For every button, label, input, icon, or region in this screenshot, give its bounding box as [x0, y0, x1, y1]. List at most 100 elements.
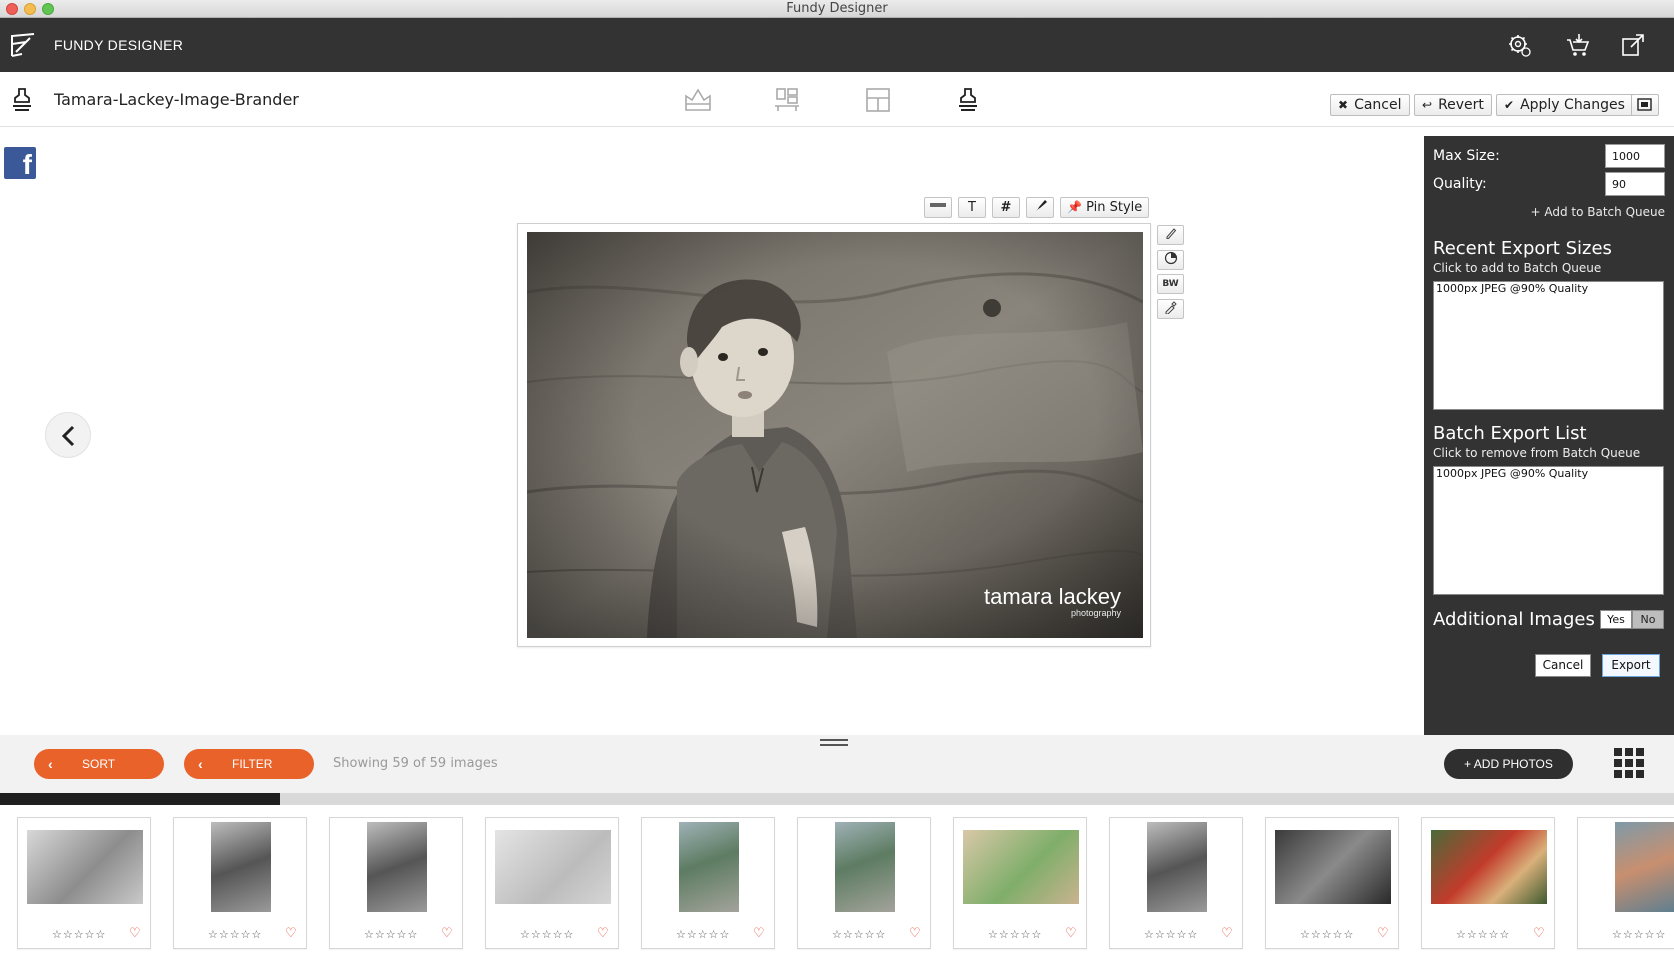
thumbnail-image[interactable] — [367, 822, 427, 912]
thumbnail-image[interactable] — [27, 830, 143, 904]
export-panel: Max Size: Quality: + Add to Batch Queue … — [1424, 136, 1674, 735]
project-title: Tamara-Lackey-Image-Brander — [54, 90, 299, 109]
thumbnail-card[interactable]: ☆☆☆☆☆♡ — [1577, 817, 1674, 949]
thumbnail-card[interactable]: ☆☆☆☆☆ ♡ — [1109, 817, 1243, 949]
thumbnail-card[interactable]: ☆☆☆☆☆ ♡ — [17, 817, 151, 949]
layout-icon[interactable] — [772, 86, 802, 114]
thumbnail-card[interactable]: ☆☆☆☆☆ ♡ — [797, 817, 931, 949]
pencil-tool-button[interactable] — [1157, 225, 1184, 245]
photo-frame: tamara lackey photography — [517, 223, 1151, 647]
thumbnail-image[interactable] — [963, 830, 1079, 904]
preview-button[interactable] — [1631, 94, 1659, 116]
thumbnail-card[interactable]: ☆☆☆☆☆ ♡ — [329, 817, 463, 949]
stamp-icon — [13, 88, 31, 111]
bw-label: BW — [1162, 279, 1179, 289]
image-count: Showing 59 of 59 images — [333, 756, 498, 771]
thumbnail-card[interactable]: ☆☆☆☆☆ ♡ — [1421, 817, 1555, 949]
brander-icon[interactable] — [953, 86, 983, 114]
recent-export-list[interactable]: 1000px JPEG @90% Quality — [1433, 281, 1664, 410]
thumbnail-image[interactable] — [835, 822, 895, 912]
star-rating[interactable]: ☆☆☆☆☆ — [1456, 928, 1510, 941]
facebook-icon[interactable]: f — [4, 147, 36, 179]
pin-icon: 📌 — [1067, 200, 1082, 214]
favorite-heart-icon[interactable]: ♡ — [441, 926, 453, 941]
thumbnail-card[interactable]: ☆☆☆☆☆ ♡ — [173, 817, 307, 949]
thumbnail-card[interactable]: ☆☆☆☆☆ ♡ — [953, 817, 1087, 949]
star-rating[interactable]: ☆☆☆☆☆ — [364, 928, 418, 941]
thumbnail-image[interactable] — [1275, 830, 1391, 904]
list-item[interactable]: 1000px JPEG @90% Quality — [1436, 282, 1661, 295]
previous-image-button[interactable] — [45, 412, 91, 458]
star-rating[interactable]: ☆☆☆☆☆ — [520, 928, 574, 941]
grid-layout-icon[interactable] — [863, 86, 893, 114]
favorite-heart-icon[interactable]: ♡ — [1221, 926, 1233, 941]
star-rating[interactable]: ☆☆☆☆☆ — [208, 928, 262, 941]
quality-input[interactable] — [1605, 172, 1665, 196]
settings-icon[interactable] — [1506, 32, 1532, 58]
batch-export-list[interactable]: 1000px JPEG @90% Quality — [1433, 466, 1664, 595]
resize-handle[interactable] — [820, 739, 848, 746]
star-rating[interactable]: ☆☆☆☆☆ — [52, 928, 106, 941]
sort-button[interactable]: ‹ SORT — [34, 749, 164, 779]
pin-style-button[interactable]: 📌 Pin Style — [1060, 197, 1150, 218]
star-rating[interactable]: ☆☆☆☆☆ — [676, 928, 730, 941]
add-to-batch-link[interactable]: + Add to Batch Queue — [1530, 205, 1665, 219]
thumbnail-image[interactable] — [211, 822, 271, 912]
max-size-input[interactable] — [1605, 144, 1665, 168]
filmstrip-scrollbar[interactable] — [0, 793, 1674, 805]
line-tool-button[interactable] — [924, 197, 952, 218]
filter-button[interactable]: ‹ FILTER — [184, 749, 314, 779]
star-rating[interactable]: ☆☆☆☆☆ — [832, 928, 886, 941]
favorite-heart-icon[interactable]: ♡ — [1533, 926, 1545, 941]
favorite-heart-icon[interactable]: ♡ — [597, 926, 609, 941]
revert-icon: ↩ — [1422, 98, 1433, 112]
brush-tool-button[interactable] — [1026, 197, 1054, 218]
apply-changes-button[interactable]: ✔ Apply Changes — [1496, 94, 1633, 116]
number-tool-button[interactable]: # — [992, 197, 1020, 218]
favorite-heart-icon[interactable]: ♡ — [1065, 926, 1077, 941]
thumbnail-image[interactable] — [1431, 830, 1547, 904]
filmstrip: ☆☆☆☆☆ ♡ ☆☆☆☆☆ ♡ ☆☆☆☆☆ ♡ ☆☆☆☆☆ ♡ ☆☆☆☆☆ ♡ ☆☆☆☆☆ ♡ ☆☆☆☆… — [0, 805, 1674, 962]
thumbnail-image[interactable] — [1615, 822, 1674, 912]
favorite-heart-icon[interactable]: ♡ — [753, 926, 765, 941]
export-button[interactable]: Export — [1602, 654, 1660, 677]
filmstrip-scroll-thumb[interactable] — [0, 793, 280, 805]
add-photos-button[interactable]: + ADD PHOTOS — [1444, 749, 1573, 779]
revert-button[interactable]: ↩ Revert — [1414, 94, 1492, 116]
additional-no-toggle[interactable]: No — [1632, 610, 1664, 629]
star-rating[interactable]: ☆☆☆☆☆ — [1300, 928, 1354, 941]
favorite-heart-icon[interactable]: ♡ — [129, 926, 141, 941]
favorite-heart-icon[interactable]: ♡ — [285, 926, 297, 941]
thumbnail-image[interactable] — [1147, 822, 1207, 912]
batch-export-subtitle: Click to remove from Batch Queue — [1433, 446, 1641, 460]
thumbnail-card[interactable]: ☆☆☆☆☆ ♡ — [485, 817, 619, 949]
star-rating[interactable]: ☆☆☆☆☆ — [1144, 928, 1198, 941]
app-header: FUNDY DESIGNER — [0, 18, 1674, 72]
text-icon: T — [968, 200, 976, 215]
favorite-heart-icon[interactable]: ♡ — [909, 926, 921, 941]
additional-yes-toggle[interactable]: Yes — [1600, 610, 1632, 629]
color-tool-button[interactable] — [1157, 250, 1184, 270]
recent-export-title: Recent Export Sizes — [1433, 238, 1612, 259]
cart-icon[interactable] — [1565, 32, 1591, 58]
star-rating[interactable]: ☆☆☆☆☆ — [988, 928, 1042, 941]
cancel-button[interactable]: ✖ Cancel — [1330, 94, 1410, 116]
list-item[interactable]: 1000px JPEG @90% Quality — [1436, 467, 1661, 480]
album-icon[interactable] — [683, 86, 713, 114]
cancel-x-icon: ✖ — [1338, 98, 1349, 112]
line-icon — [930, 203, 946, 207]
fundy-logo-icon[interactable] — [8, 30, 38, 60]
export-cancel-button[interactable]: Cancel — [1535, 654, 1591, 677]
thumbnail-card[interactable]: ☆☆☆☆☆ ♡ — [641, 817, 775, 949]
grid-view-icon[interactable] — [1614, 748, 1644, 778]
text-tool-button[interactable]: T — [958, 197, 986, 218]
star-rating[interactable]: ☆☆☆☆☆ — [1612, 928, 1666, 941]
thumbnail-image[interactable] — [679, 822, 739, 912]
main-photo[interactable]: tamara lackey photography — [527, 232, 1143, 638]
thumbnail-image[interactable] — [495, 830, 611, 904]
dropper-tool-button[interactable] — [1157, 299, 1184, 319]
bw-tool-button[interactable]: BW — [1157, 274, 1184, 294]
favorite-heart-icon[interactable]: ♡ — [1377, 926, 1389, 941]
thumbnail-card[interactable]: ☆☆☆☆☆ ♡ — [1265, 817, 1399, 949]
share-out-icon[interactable] — [1620, 32, 1646, 58]
